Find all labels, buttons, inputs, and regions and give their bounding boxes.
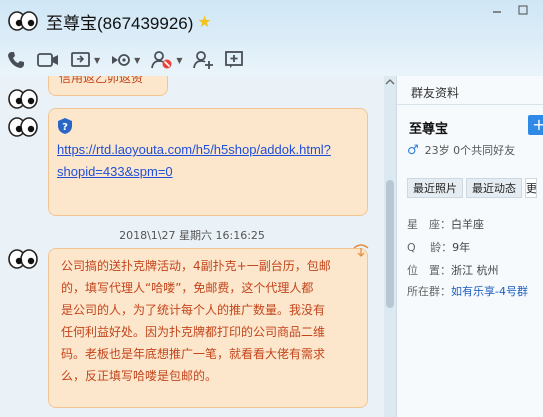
screen-share-button[interactable]: ▼ — [70, 48, 100, 72]
remote-assist-button[interactable]: ▼ — [110, 48, 140, 72]
member-meta: ♂ 23岁 0个共同好友 — [407, 142, 515, 158]
restore-icon[interactable] — [516, 4, 530, 16]
tab-more[interactable]: 更 — [525, 178, 537, 198]
info-value: 9年 — [452, 241, 471, 254]
video-button[interactable] — [36, 48, 60, 72]
member-name: 至尊宝 — [409, 122, 449, 137]
message-line: 公司搞的送扑克牌活动，4副扑克+一副台历，包邮 — [61, 259, 331, 273]
panel-title: 群友资料 — [411, 86, 460, 100]
profile-tabs: 最近照片 最近动态 更 — [407, 178, 540, 198]
info-label: 位 置： — [407, 264, 451, 277]
tab-recent-activity[interactable]: 最近动态 — [466, 178, 522, 198]
shield-icon: ? — [57, 117, 359, 139]
phone-button[interactable] — [6, 48, 26, 72]
message-line: 码。老板也是年底想推广一笔，就看看大佬有需求 — [61, 347, 326, 361]
chevron-down-icon: ▼ — [134, 55, 141, 65]
block-user-icon — [151, 51, 172, 69]
chat-scrollbar[interactable] — [384, 76, 396, 417]
video-camera-icon — [37, 53, 58, 67]
message-link-continued[interactable]: shopid=433&spm=0 — [57, 164, 173, 179]
message-timestamp: 2018\1\27 星期六 16:16:25 — [119, 229, 265, 242]
message-link[interactable]: https://rtd.laoyouta.com/h5/h5shop/addok… — [57, 142, 331, 157]
info-q-age: Q 龄：9年 — [407, 239, 470, 255]
message-line: 任何利益好处。因为扑克牌都打印的公司商品二维 — [61, 325, 326, 339]
info-value: 白羊座 — [451, 218, 484, 231]
screen-share-icon — [71, 52, 90, 67]
info-location: 位 置：浙江 杭州 — [407, 262, 499, 278]
svg-text:?: ? — [62, 122, 68, 133]
block-user-button[interactable]: ▼ — [150, 48, 182, 72]
add-user-icon — [193, 51, 214, 69]
message-line: 是公司的人，为了统计每个人的推广数量。我没有 — [61, 303, 326, 317]
chevron-down-icon: ▼ — [94, 55, 101, 65]
tab-recent-photos[interactable]: 最近照片 — [407, 178, 463, 198]
scroll-up-arrow-icon[interactable] — [384, 76, 396, 88]
title-bar: 至尊宝(867439926) ★ — [8, 8, 212, 34]
remote-assist-icon — [112, 54, 131, 66]
group-link[interactable]: 如有乐享-4号群 — [451, 285, 528, 298]
divider — [397, 104, 543, 105]
link-message-bubble: ? https://rtd.laoyouta.com/h5/h5shop/add… — [48, 108, 368, 216]
toolbar: ▼ ▼ ▼ — [6, 48, 256, 72]
info-label: 星 座： — [407, 218, 451, 231]
bubble-decoration-icon — [352, 242, 370, 263]
chat-history[interactable]: 信用返乙卯返资 ? https://rtd.laoyouta.com/h5/h5… — [0, 76, 396, 417]
message-text: 信用返乙卯返资 — [59, 76, 144, 85]
minimize-icon[interactable] — [490, 4, 504, 16]
add-user-button[interactable] — [192, 48, 214, 72]
member-meta-text: 23岁 0个共同好友 — [424, 144, 516, 157]
avatar[interactable] — [8, 112, 38, 142]
scrollbar-thumb[interactable] — [386, 180, 394, 308]
male-icon: ♂ — [407, 142, 419, 158]
star-icon: ★ — [197, 11, 212, 31]
info-label: 所在群： — [407, 285, 451, 298]
add-friend-button[interactable]: + — [528, 115, 543, 135]
avatar[interactable] — [8, 84, 38, 114]
new-window-icon — [225, 51, 244, 68]
text-message-bubble: 公司搞的送扑克牌活动，4副扑克+一副台历，包邮 的，填写代理人“哈喽”，免邮费，… — [48, 248, 368, 408]
phone-icon — [8, 52, 24, 68]
avatar[interactable] — [8, 8, 38, 34]
message-line: 么，反正填写哈喽是包邮的。 — [61, 369, 218, 383]
new-window-button[interactable] — [224, 48, 246, 72]
chevron-down-icon: ▼ — [176, 55, 183, 65]
info-label: Q 龄： — [407, 241, 453, 254]
info-value: 浙江 杭州 — [451, 264, 499, 277]
avatar[interactable] — [8, 244, 38, 274]
message-line: 的，填写代理人“哈喽”，免邮费，这个代理人都 — [61, 281, 314, 295]
member-profile-panel: 群友资料 至尊宝 + ♂ 23岁 0个共同好友 最近照片 最近动态 更 星 座：… — [396, 76, 543, 417]
info-group: 所在群：如有乐享-4号群 — [407, 283, 528, 299]
message-bubble: 信用返乙卯返资 — [48, 76, 168, 96]
info-zodiac: 星 座：白羊座 — [407, 216, 484, 232]
window-title: 至尊宝(867439926) — [46, 13, 194, 33]
